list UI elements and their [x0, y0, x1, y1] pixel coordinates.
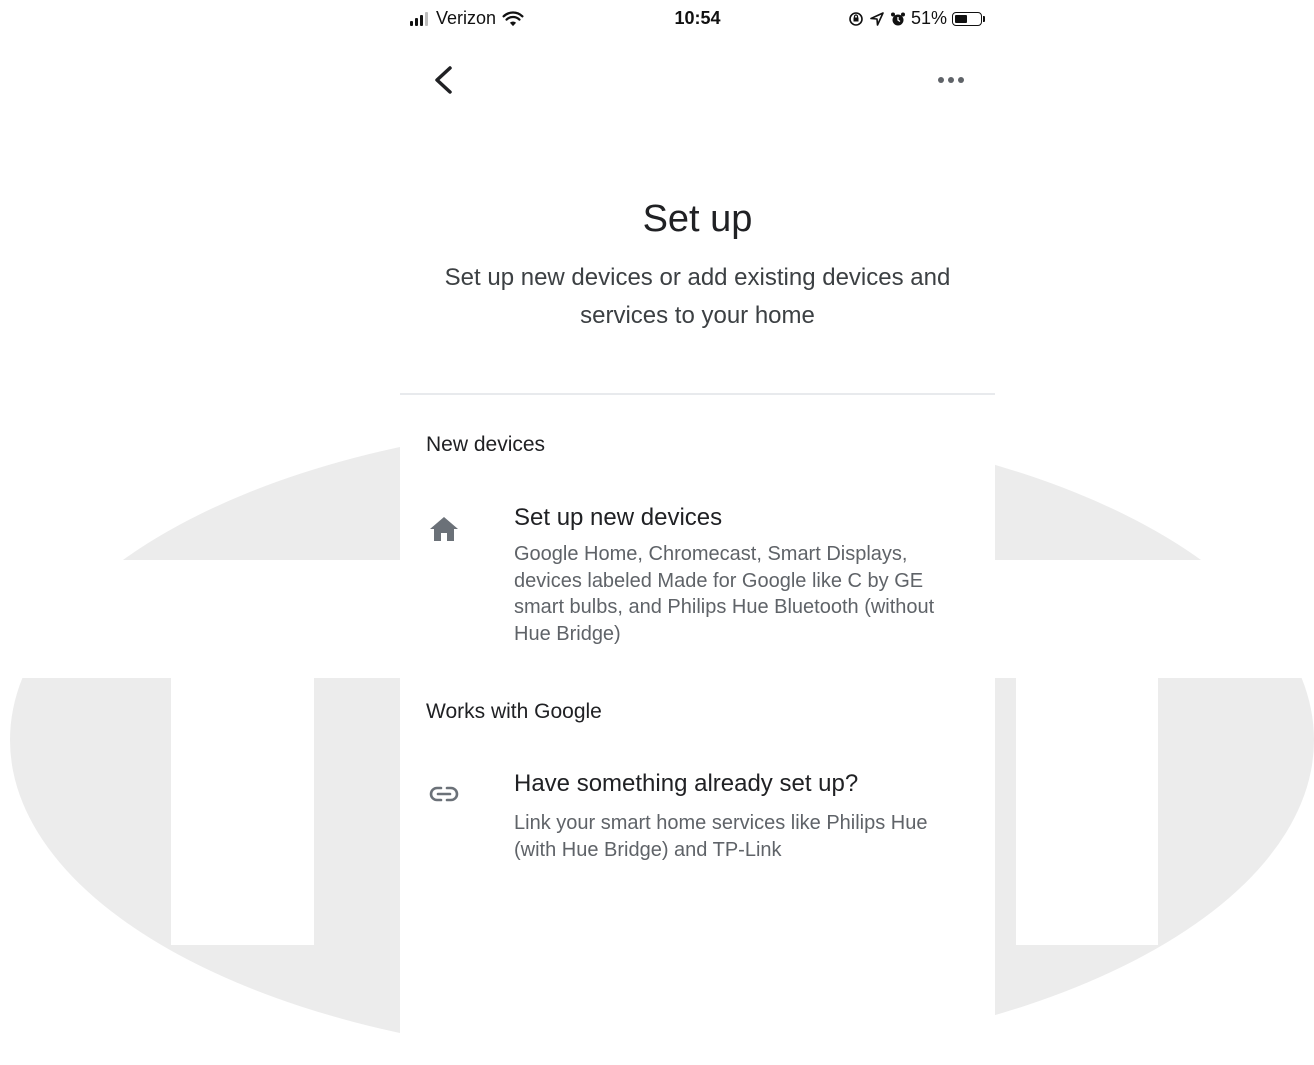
divider: [400, 393, 995, 395]
top-nav: [400, 55, 995, 105]
option-title: Have something already set up?: [514, 770, 859, 797]
battery-icon: [952, 11, 985, 26]
option-title: Set up new devices: [514, 504, 723, 531]
option-description: Google Home, Chromecast, Smart Displays,…: [514, 543, 935, 645]
option-description: Link your smart home services like Phili…: [514, 812, 928, 861]
back-button[interactable]: [428, 60, 464, 100]
page-subtitle: Set up new devices or add existing devic…: [444, 264, 951, 329]
phone-screen: Verizon 10:54 51% Set up Set up new devi…: [400, 0, 995, 1065]
section-header-works-with-google: Works with Google: [426, 700, 602, 723]
page-title: Set up: [642, 198, 753, 240]
status-bar: Verizon 10:54 51%: [400, 0, 995, 40]
home-icon: [430, 517, 458, 541]
status-right: 51%: [848, 8, 985, 29]
more-options-icon: [938, 77, 964, 83]
back-arrow-icon: [435, 66, 452, 94]
battery-percentage: 51%: [910, 8, 947, 28]
location-icon: [870, 11, 884, 26]
setup-new-devices-option[interactable]: Set up new devices Google Home, Chromeca…: [400, 504, 995, 654]
section-header-new-devices: New devices: [426, 433, 546, 456]
alarm-icon: [890, 12, 905, 25]
more-options-button[interactable]: [933, 65, 969, 95]
link-icon: [429, 786, 459, 802]
link-existing-services-option[interactable]: Have something already set up? Link your…: [400, 770, 995, 870]
orientation-lock-icon: [849, 11, 863, 26]
